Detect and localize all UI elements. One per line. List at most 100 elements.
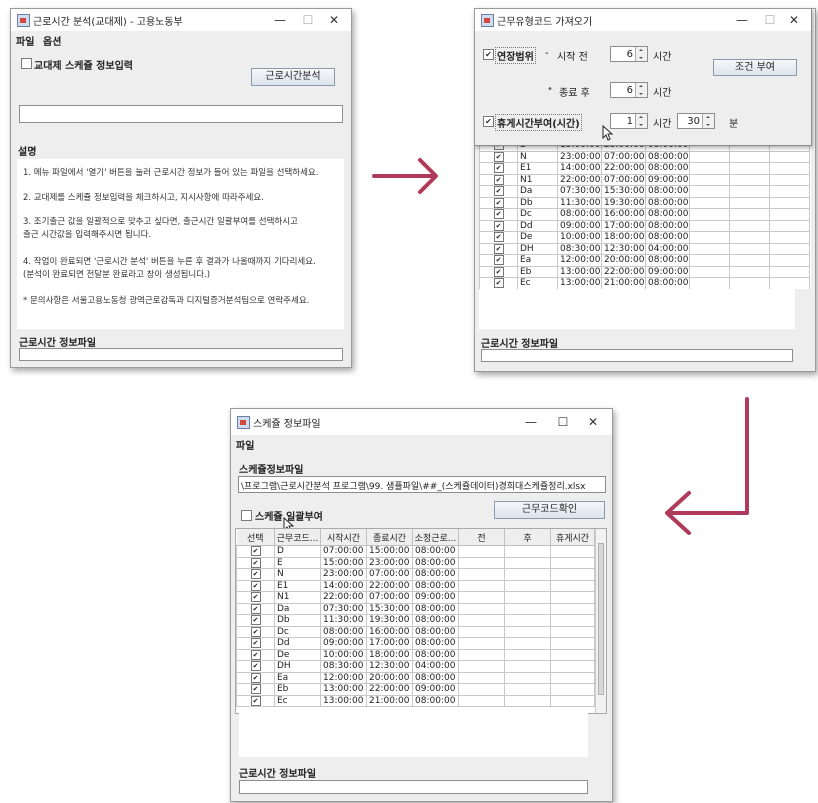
row-select-checkbox[interactable]: ✔ xyxy=(250,580,261,591)
table-row[interactable]: ✔ DH 08:30:00 12:30:00 04:00:00 xyxy=(236,660,595,673)
table-row[interactable]: ✔ Eb 13:00:00 22:00:00 09:00:00 xyxy=(479,265,810,278)
table-row[interactable]: ✔ N 23:00:00 07:00:00 08:00:00 xyxy=(479,150,810,163)
bulk-schedule-checkbox[interactable] xyxy=(241,510,252,521)
table-row[interactable]: ✔ Ea 12:00:00 20:00:00 08:00:00 xyxy=(236,671,595,684)
check-work-code-button[interactable]: 근무코드확인 xyxy=(494,501,605,519)
extend-range-checkbox[interactable]: ✔ xyxy=(483,49,494,60)
row-select-checkbox[interactable]: ✔ xyxy=(493,151,504,162)
table-row[interactable]: ✔ Db 11:30:00 19:30:00 08:00:00 xyxy=(236,614,595,627)
row-select-checkbox[interactable]: ✔ xyxy=(493,243,504,254)
row-select-checkbox[interactable]: ✔ xyxy=(493,197,504,208)
table-row[interactable]: ✔ Dc 08:00:00 16:00:00 08:00:00 xyxy=(236,625,595,638)
menu-file[interactable]: 파일 xyxy=(16,33,34,48)
row-select-checkbox[interactable]: ✔ xyxy=(493,266,504,277)
select-cell[interactable]: ✔ xyxy=(479,162,518,175)
break-minutes-spinner[interactable]: 30 xyxy=(677,113,715,129)
select-cell[interactable]: ✔ xyxy=(236,625,275,638)
menu-options[interactable]: 옵션 xyxy=(43,33,61,48)
select-cell[interactable]: ✔ xyxy=(236,545,275,558)
row-select-checkbox[interactable]: ✔ xyxy=(250,672,261,683)
minimize-button[interactable]: — xyxy=(520,413,542,431)
row-select-checkbox[interactable]: ✔ xyxy=(493,278,504,288)
select-cell[interactable]: ✔ xyxy=(479,208,518,221)
row-select-checkbox[interactable]: ✔ xyxy=(493,255,504,265)
column-header[interactable]: 선택 xyxy=(236,529,275,546)
table-row[interactable]: ✔ N1 22:00:00 07:00:00 09:00:00 xyxy=(236,591,595,604)
row-select-checkbox[interactable]: ✔ xyxy=(250,626,261,637)
table-row[interactable]: ✔ DH 08:30:00 12:30:00 04:00:00 xyxy=(479,242,810,255)
select-cell[interactable]: ✔ xyxy=(236,648,275,661)
menu-file[interactable]: 파일 xyxy=(236,437,254,452)
file-info-field[interactable] xyxy=(239,780,588,794)
scrollbar-thumb[interactable] xyxy=(598,543,604,695)
table-row[interactable]: ✔ Ea 12:00:00 20:00:00 08:00:00 xyxy=(479,254,810,267)
column-header[interactable]: 휴게시간 xyxy=(550,529,595,546)
table-row[interactable]: ✔ D 07:00:00 15:00:00 08:00:00 xyxy=(236,545,595,558)
file-info-field[interactable] xyxy=(19,348,343,361)
table-row[interactable]: ✔ Dd 09:00:00 17:00:00 08:00:00 xyxy=(236,637,595,650)
row-select-checkbox[interactable]: ✔ xyxy=(250,684,261,694)
column-header[interactable]: 종료시간 xyxy=(366,529,413,546)
column-header[interactable]: 근무코드... xyxy=(274,529,321,546)
row-select-checkbox[interactable]: ✔ xyxy=(493,220,504,231)
table-row[interactable]: ✔ E1 14:00:00 22:00:00 08:00:00 xyxy=(236,579,595,592)
select-cell[interactable]: ✔ xyxy=(236,591,275,604)
column-header[interactable]: 전 xyxy=(458,529,505,546)
select-cell[interactable]: ✔ xyxy=(479,265,518,278)
row-select-checkbox[interactable]: ✔ xyxy=(250,557,261,568)
select-cell[interactable]: ✔ xyxy=(236,683,275,696)
select-cell[interactable]: ✔ xyxy=(479,150,518,163)
row-select-checkbox[interactable]: ✔ xyxy=(250,615,261,625)
minimize-button[interactable]: — xyxy=(269,11,291,29)
select-cell[interactable]: ✔ xyxy=(236,556,275,569)
before-start-spinner[interactable]: 6 xyxy=(610,46,648,62)
table-row[interactable]: ✔ De 10:00:00 18:00:00 08:00:00 xyxy=(479,231,810,244)
select-cell[interactable]: ✔ xyxy=(479,254,518,267)
row-select-checkbox[interactable]: ✔ xyxy=(250,546,261,556)
row-select-checkbox[interactable]: ✔ xyxy=(250,592,261,602)
maximize-button[interactable]: ☐ xyxy=(552,413,574,431)
spinner-arrows[interactable] xyxy=(635,114,647,128)
table-row[interactable]: ✔ Dc 08:00:00 16:00:00 08:00:00 xyxy=(479,208,810,221)
table-row[interactable]: ✔ E15:00:0023:00:0008:00:00 xyxy=(236,556,595,569)
select-cell[interactable]: ✔ xyxy=(479,173,518,186)
maximize-button[interactable]: ☐ xyxy=(759,11,781,29)
table-row[interactable]: ✔ Eb 13:00:00 22:00:00 09:00:00 xyxy=(236,683,595,696)
row-select-checkbox[interactable]: ✔ xyxy=(493,174,504,185)
table-row[interactable]: ✔ N 23:00:00 07:00:00 08:00:00 xyxy=(236,568,595,581)
row-select-checkbox[interactable]: ✔ xyxy=(250,569,261,579)
schedule-file-path-field[interactable]: \프로그램\근로시간분석 프로그램\99. 샘플파일\##_(스케쥴데이터)경희… xyxy=(238,476,606,493)
table-row[interactable]: ✔ Da 07:30:00 15:30:00 08:00:00 xyxy=(479,185,810,198)
row-select-checkbox[interactable]: ✔ xyxy=(493,232,504,242)
table-row[interactable]: ✔ Ec 13:00:00 21:00:00 08:00:00 xyxy=(479,277,810,289)
break-hours-spinner[interactable]: 1 xyxy=(610,113,648,129)
row-select-checkbox[interactable]: ✔ xyxy=(493,186,504,196)
row-select-checkbox[interactable]: ✔ xyxy=(493,209,504,219)
table-row[interactable]: ✔ De 10:00:00 18:00:00 08:00:00 xyxy=(236,648,595,661)
spinner-arrows[interactable] xyxy=(702,114,714,128)
table-row[interactable]: ✔ N1 22:00:00 07:00:00 09:00:00 xyxy=(479,173,810,186)
select-cell[interactable]: ✔ xyxy=(236,579,275,592)
select-cell[interactable]: ✔ xyxy=(236,671,275,684)
apply-conditions-button[interactable]: 조건 부여 xyxy=(713,59,797,76)
column-header[interactable]: 시작시간 xyxy=(320,529,367,546)
schedule-input-checkbox[interactable] xyxy=(21,58,32,69)
select-cell[interactable]: ✔ xyxy=(479,242,518,255)
row-select-checkbox[interactable]: ✔ xyxy=(250,695,261,706)
select-cell[interactable]: ✔ xyxy=(479,219,518,232)
file-info-field[interactable] xyxy=(481,349,793,362)
row-select-checkbox[interactable]: ✔ xyxy=(250,638,261,648)
select-cell[interactable]: ✔ xyxy=(479,231,518,244)
select-cell[interactable]: ✔ xyxy=(236,694,275,707)
table-row[interactable]: ✔ Dd 09:00:00 17:00:00 08:00:00 xyxy=(479,219,810,232)
close-button[interactable]: ✕ xyxy=(323,11,345,29)
close-button[interactable]: ✕ xyxy=(582,413,604,431)
select-cell[interactable]: ✔ xyxy=(479,196,518,209)
select-cell[interactable]: ✔ xyxy=(479,277,518,289)
select-cell[interactable]: ✔ xyxy=(236,614,275,627)
spinner-arrows[interactable] xyxy=(635,83,647,97)
column-header[interactable]: 후 xyxy=(504,529,551,546)
row-select-checkbox[interactable]: ✔ xyxy=(250,649,261,660)
table-row[interactable]: ✔ Da 07:30:00 15:30:00 08:00:00 xyxy=(236,602,595,615)
select-cell[interactable]: ✔ xyxy=(236,660,275,673)
